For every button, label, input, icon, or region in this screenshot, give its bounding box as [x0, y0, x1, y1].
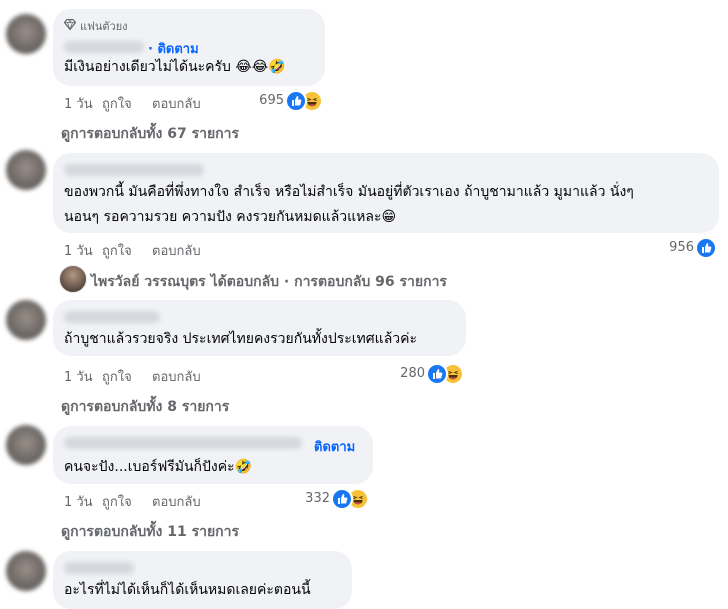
- comment-time[interactable]: 1 วัน: [64, 366, 102, 387]
- comment-text: ถ้าบูชาแล้วรวยจริง ประเทศไทยคงรวยกันทั้ง…: [64, 331, 418, 347]
- avatar[interactable]: [6, 150, 46, 190]
- reaction-count[interactable]: 695: [254, 93, 284, 108]
- reply-button[interactable]: ตอบกลับ: [152, 240, 201, 261]
- like-icon[interactable]: [331, 488, 353, 510]
- comment-time[interactable]: 1 วัน: [64, 240, 102, 261]
- reply-button[interactable]: ตอบกลับ: [152, 491, 201, 512]
- commenter-name[interactable]: [64, 311, 160, 323]
- like-button[interactable]: ถูกใจ: [102, 491, 152, 512]
- badge-label: แฟนตัวยง: [80, 20, 128, 33]
- commenter-name[interactable]: [64, 562, 134, 574]
- reaction-count[interactable]: 280: [395, 366, 425, 381]
- avatar[interactable]: [6, 14, 46, 54]
- avatar[interactable]: [6, 300, 46, 340]
- comment-actions: 1 วัน ถูกใจ ตอบกลับ: [64, 93, 201, 114]
- comment-text-line-2: นอนๆ รอความรวย ความปัง คงรวยกันหมดแล้วแห…: [64, 209, 397, 225]
- comment-text-line-1: ของพวกนี้ มันคือที่พึ่งทางใจ สำเร็จ หรือ…: [64, 184, 634, 200]
- reply-button[interactable]: ตอบกลับ: [152, 93, 201, 114]
- like-icon[interactable]: [695, 237, 717, 259]
- avatar[interactable]: [6, 425, 46, 465]
- comment-text: มีเงินอย่างเดียวไม่ได้นะครับ 😂😂🤣: [64, 59, 286, 75]
- follow-link[interactable]: ติดตาม: [314, 436, 355, 457]
- like-button[interactable]: ถูกใจ: [102, 366, 152, 387]
- avatar[interactable]: [6, 551, 46, 591]
- like-icon[interactable]: [285, 90, 307, 112]
- comment-time[interactable]: 1 วัน: [64, 93, 102, 114]
- view-replies-link[interactable]: ไพรวัลย์ วรรณบุตร ได้ตอบกลับ · การตอบกลั…: [91, 271, 447, 293]
- like-button[interactable]: ถูกใจ: [102, 93, 152, 114]
- comment-text: คนจะปัง...เบอร์ฟรีมันก็ปังค่ะ🤣: [64, 459, 253, 475]
- view-replies-link[interactable]: ดูการตอบกลับทั้ง 67 รายการ: [61, 123, 239, 145]
- reply-button[interactable]: ตอบกลับ: [152, 366, 201, 387]
- comment-time[interactable]: 1 วัน: [64, 491, 102, 512]
- replier-avatar[interactable]: [59, 265, 87, 293]
- diamond-icon: [63, 18, 77, 33]
- top-fan-badge: แฟนตัวยง: [63, 17, 128, 35]
- comment-text: อะไรที่ไม่ได้เห็นก็ได้เห็นหมดเลยค่ะตอนนี…: [64, 582, 311, 598]
- like-button[interactable]: ถูกใจ: [102, 240, 152, 261]
- view-replies-link[interactable]: ดูการตอบกลับทั้ง 11 รายการ: [61, 521, 239, 543]
- reaction-count[interactable]: 332: [300, 491, 330, 506]
- commenter-name[interactable]: [64, 437, 302, 449]
- commenter-name[interactable]: [64, 41, 144, 53]
- view-replies-link[interactable]: ดูการตอบกลับทั้ง 8 รายการ: [61, 396, 229, 418]
- like-icon[interactable]: [426, 363, 448, 385]
- commenter-name[interactable]: [64, 164, 204, 176]
- comment-actions: 1 วัน ถูกใจ ตอบกลับ: [64, 491, 201, 512]
- comment-actions: 1 วัน ถูกใจ ตอบกลับ: [64, 240, 201, 261]
- comment-actions: 1 วัน ถูกใจ ตอบกลับ: [64, 366, 201, 387]
- reaction-count[interactable]: 956: [664, 240, 694, 255]
